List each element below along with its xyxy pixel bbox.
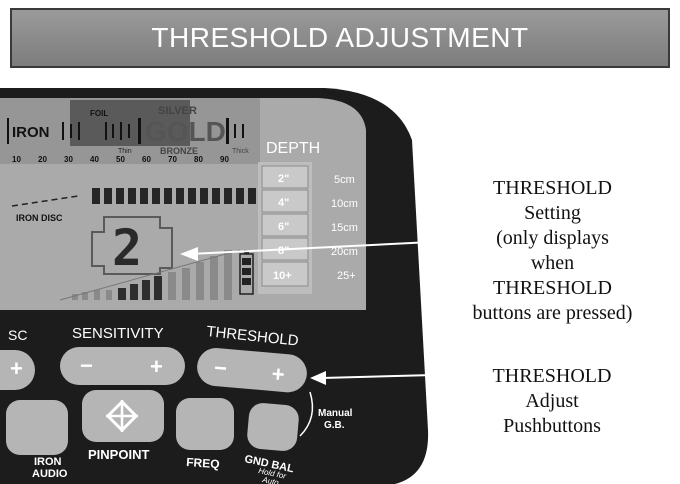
- callout-line: THRESHOLD: [492, 365, 612, 387]
- sensitivity-minus-glyph: −: [80, 353, 93, 378]
- disc-label: SC: [8, 327, 27, 343]
- callout-line: (only displays: [496, 227, 609, 249]
- callout-line: buttons are pressed): [472, 302, 633, 324]
- sensitivity-plus-glyph: +: [150, 354, 163, 379]
- scale-num: 90: [220, 155, 229, 164]
- callout-line: Adjust: [525, 390, 579, 412]
- thick-label: Thick: [232, 148, 249, 155]
- scale-num: 20: [38, 155, 47, 164]
- scale-num: 30: [64, 155, 73, 164]
- depth-cm: 5cm: [334, 174, 355, 186]
- bronze-label: BRONZE: [160, 146, 198, 156]
- manual-gb-label-1: Manual: [318, 408, 353, 419]
- iron-audio-label-2: AUDIO: [32, 468, 68, 480]
- depth-cm: 25+: [337, 270, 356, 282]
- battery-cells: [242, 258, 251, 285]
- gold-label: GOLD: [145, 116, 226, 147]
- scale-numbers: 10 20 30 40 50 60 70 80 90: [12, 155, 229, 164]
- threshold-minus-glyph: −: [213, 355, 228, 381]
- disc-plus-glyph: +: [10, 356, 23, 381]
- threshold-adjust-callout: THRESHOLD Adjust Pushbuttons: [482, 364, 622, 439]
- iron-audio-button[interactable]: [6, 400, 68, 455]
- depth-inch: 2": [278, 173, 289, 185]
- scale-num: 80: [194, 155, 203, 164]
- pinpoint-label: PINPOINT: [88, 447, 149, 462]
- freq-label: FREQ: [186, 455, 220, 471]
- scale-num: 70: [168, 155, 177, 164]
- manual-gb-label-2: G.B.: [324, 420, 345, 431]
- iron-disc-label: IRON DISC: [16, 213, 63, 223]
- scale-num: 60: [142, 155, 151, 164]
- callout-line: when: [530, 252, 575, 274]
- scale-num: 50: [116, 155, 125, 164]
- callout-line: Pushbuttons: [503, 415, 601, 437]
- gnd-bal-button[interactable]: [246, 402, 300, 452]
- callout-line: THRESHOLD: [493, 277, 612, 299]
- callout-line: Setting: [524, 202, 581, 224]
- foil-label: FOIL: [90, 109, 108, 118]
- iron-audio-label-1: IRON: [34, 456, 62, 468]
- depth-title: DEPTH: [266, 140, 320, 157]
- iron-label: IRON: [12, 124, 50, 141]
- scale-num: 40: [90, 155, 99, 164]
- thin-label: Thin: [118, 148, 132, 155]
- threshold-setting-callout: THRESHOLD Setting (only displays when TH…: [450, 176, 655, 326]
- depth-inch: 8": [278, 245, 289, 257]
- depth-cm: 15cm: [331, 222, 358, 234]
- threshold-plus-glyph: +: [271, 361, 286, 387]
- threshold-digit: 2: [112, 219, 142, 277]
- scale-num: 10: [12, 155, 21, 164]
- callout-line: THRESHOLD: [493, 177, 612, 199]
- depth-inch: 6": [278, 221, 289, 233]
- sensitivity-label: SENSITIVITY: [72, 325, 164, 342]
- depth-cm: 10cm: [331, 198, 358, 210]
- depth-inch: 10+: [273, 270, 292, 282]
- sensitivity-rocker[interactable]: [60, 347, 185, 385]
- freq-button[interactable]: [176, 398, 234, 450]
- depth-inch: 4": [278, 197, 289, 209]
